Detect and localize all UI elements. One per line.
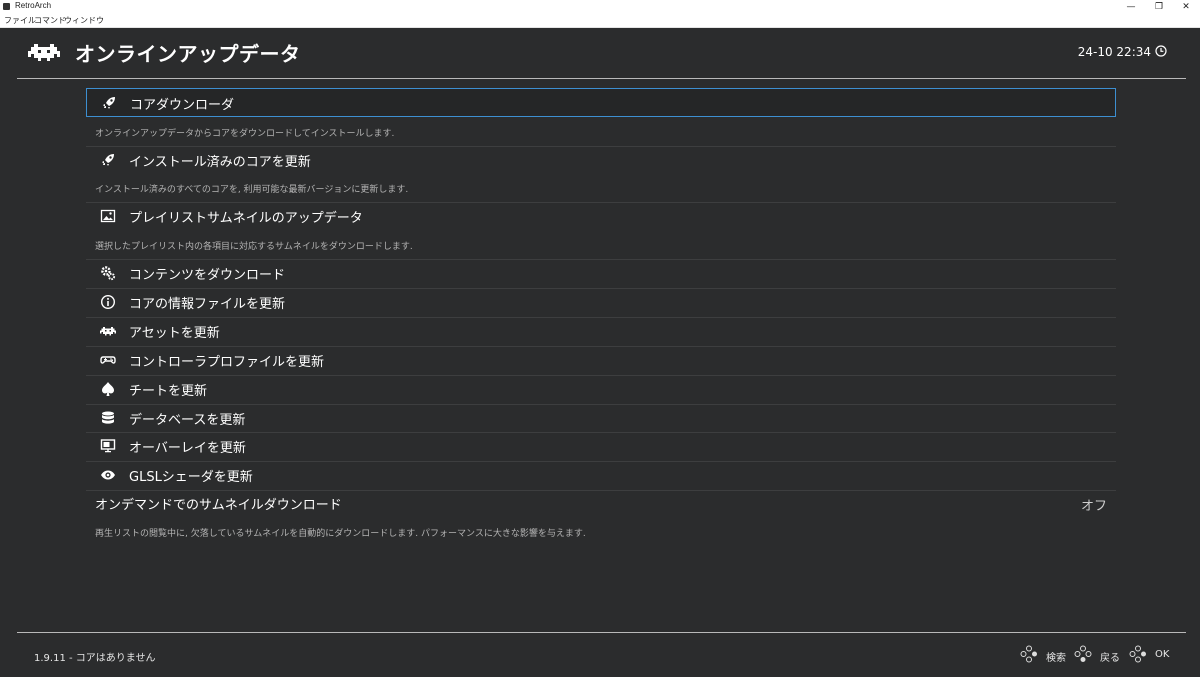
window-title: RetroArch [15,1,52,10]
window-titlebar: RetroArch — ❐ ✕ [0,0,1200,14]
entry-label: コンテンツをダウンロード [129,268,286,283]
gears-icon [101,266,116,281]
entry-label: コアダウンローダ [130,98,235,113]
menu-window[interactable]: ウィンドウ [64,15,104,26]
entry-label: GLSLシェーダを更新 [129,470,253,485]
clock-text: 24-10 22:34 [1077,45,1151,59]
invader-icon [28,44,60,61]
entry-description: 選択したプレイリスト内の各項目に対応するサムネイルをダウンロードします. [95,242,413,252]
gamepad-icon [100,356,116,364]
menu-entry-update-installed-cores[interactable]: インストール済みのコアを更新 [86,146,1116,174]
retroarch-app-icon [3,3,10,10]
entry-label: コアの情報ファイルを更新 [129,297,286,312]
setting-label: オンデマンドでのサムネイルダウンロード [95,498,342,513]
menu-file[interactable]: ファイル [4,15,36,26]
entry-description: インストール済みのすべてのコアを, 利用可能な最新バージョンに更新します. [95,185,409,195]
footer-ok-label: OK [1155,649,1170,660]
minimize-button[interactable]: — [1117,0,1145,14]
menu-entry-update-glsl-shaders[interactable]: GLSLシェーダを更新 [86,461,1116,489]
spade-icon [102,382,114,396]
entry-label: プレイリストサムネイルのアップデータ [129,211,363,226]
setting-value[interactable]: オフ [1081,495,1107,514]
entry-label: インストール済みのコアを更新 [129,155,311,170]
database-icon [102,411,114,424]
header-divider [17,78,1186,79]
rocket-icon [102,154,114,166]
version-text: 1.9.11 - コアはありません [34,653,156,664]
monitor-icon [100,439,116,453]
eye-icon [101,470,115,480]
menu-entry-update-assets[interactable]: アセットを更新 [86,317,1116,345]
footer-search-label: 検索 [1046,653,1066,664]
footer-back-label: 戻る [1100,653,1120,664]
page-title: オンラインアップデータ [75,42,301,66]
menu-entry-download-content[interactable]: コンテンツをダウンロード [86,259,1116,287]
info-icon [100,294,116,310]
entry-label: データベースを更新 [129,413,246,428]
invader-icon [100,327,116,336]
menu-entry-update-cheats[interactable]: チートを更新 [86,375,1116,403]
clock-icon [1155,45,1167,57]
entry-label: アセットを更新 [129,326,220,341]
entry-label: チートを更新 [129,384,208,399]
menu-entry-update-databases[interactable]: データベースを更新 [86,404,1116,432]
menu-entry-update-controller-profiles[interactable]: コントローラプロファイルを更新 [86,346,1116,374]
menu-command[interactable]: コマンド [34,15,66,26]
menu-entry-update-overlays[interactable]: オーバーレイを更新 [86,432,1116,460]
setting-description: 再生リストの閲覧中に, 欠落しているサムネイルを自動的にダウンロードします. パ… [95,529,586,539]
rocket-icon [103,97,115,109]
gamepad-buttons-icon [1074,645,1092,662]
footer-divider [17,632,1186,633]
restore-button[interactable]: ❐ [1145,0,1173,14]
image-icon [100,209,116,223]
menu-entry-update-core-info[interactable]: コアの情報ファイルを更新 [86,288,1116,316]
setting-on-demand-thumbnails[interactable]: オンデマンドでのサムネイルダウンロード オフ [86,490,1116,518]
gamepad-buttons-icon [1020,645,1037,663]
gamepad-buttons-icon [1129,645,1146,663]
menu-entry-playlist-thumbnails-updater[interactable]: プレイリストサムネイルのアップデータ [86,202,1116,230]
close-button[interactable]: ✕ [1172,0,1200,14]
entry-label: オーバーレイを更新 [129,441,246,456]
entry-description: オンラインアップデータからコアをダウンロードしてインストールします. [95,129,395,139]
menu-entry-core-downloader[interactable]: コアダウンローダ [86,88,1116,117]
entry-label: コントローラプロファイルを更新 [129,355,325,370]
menu-bar: ファイル コマンド ウィンドウ [0,14,1200,28]
